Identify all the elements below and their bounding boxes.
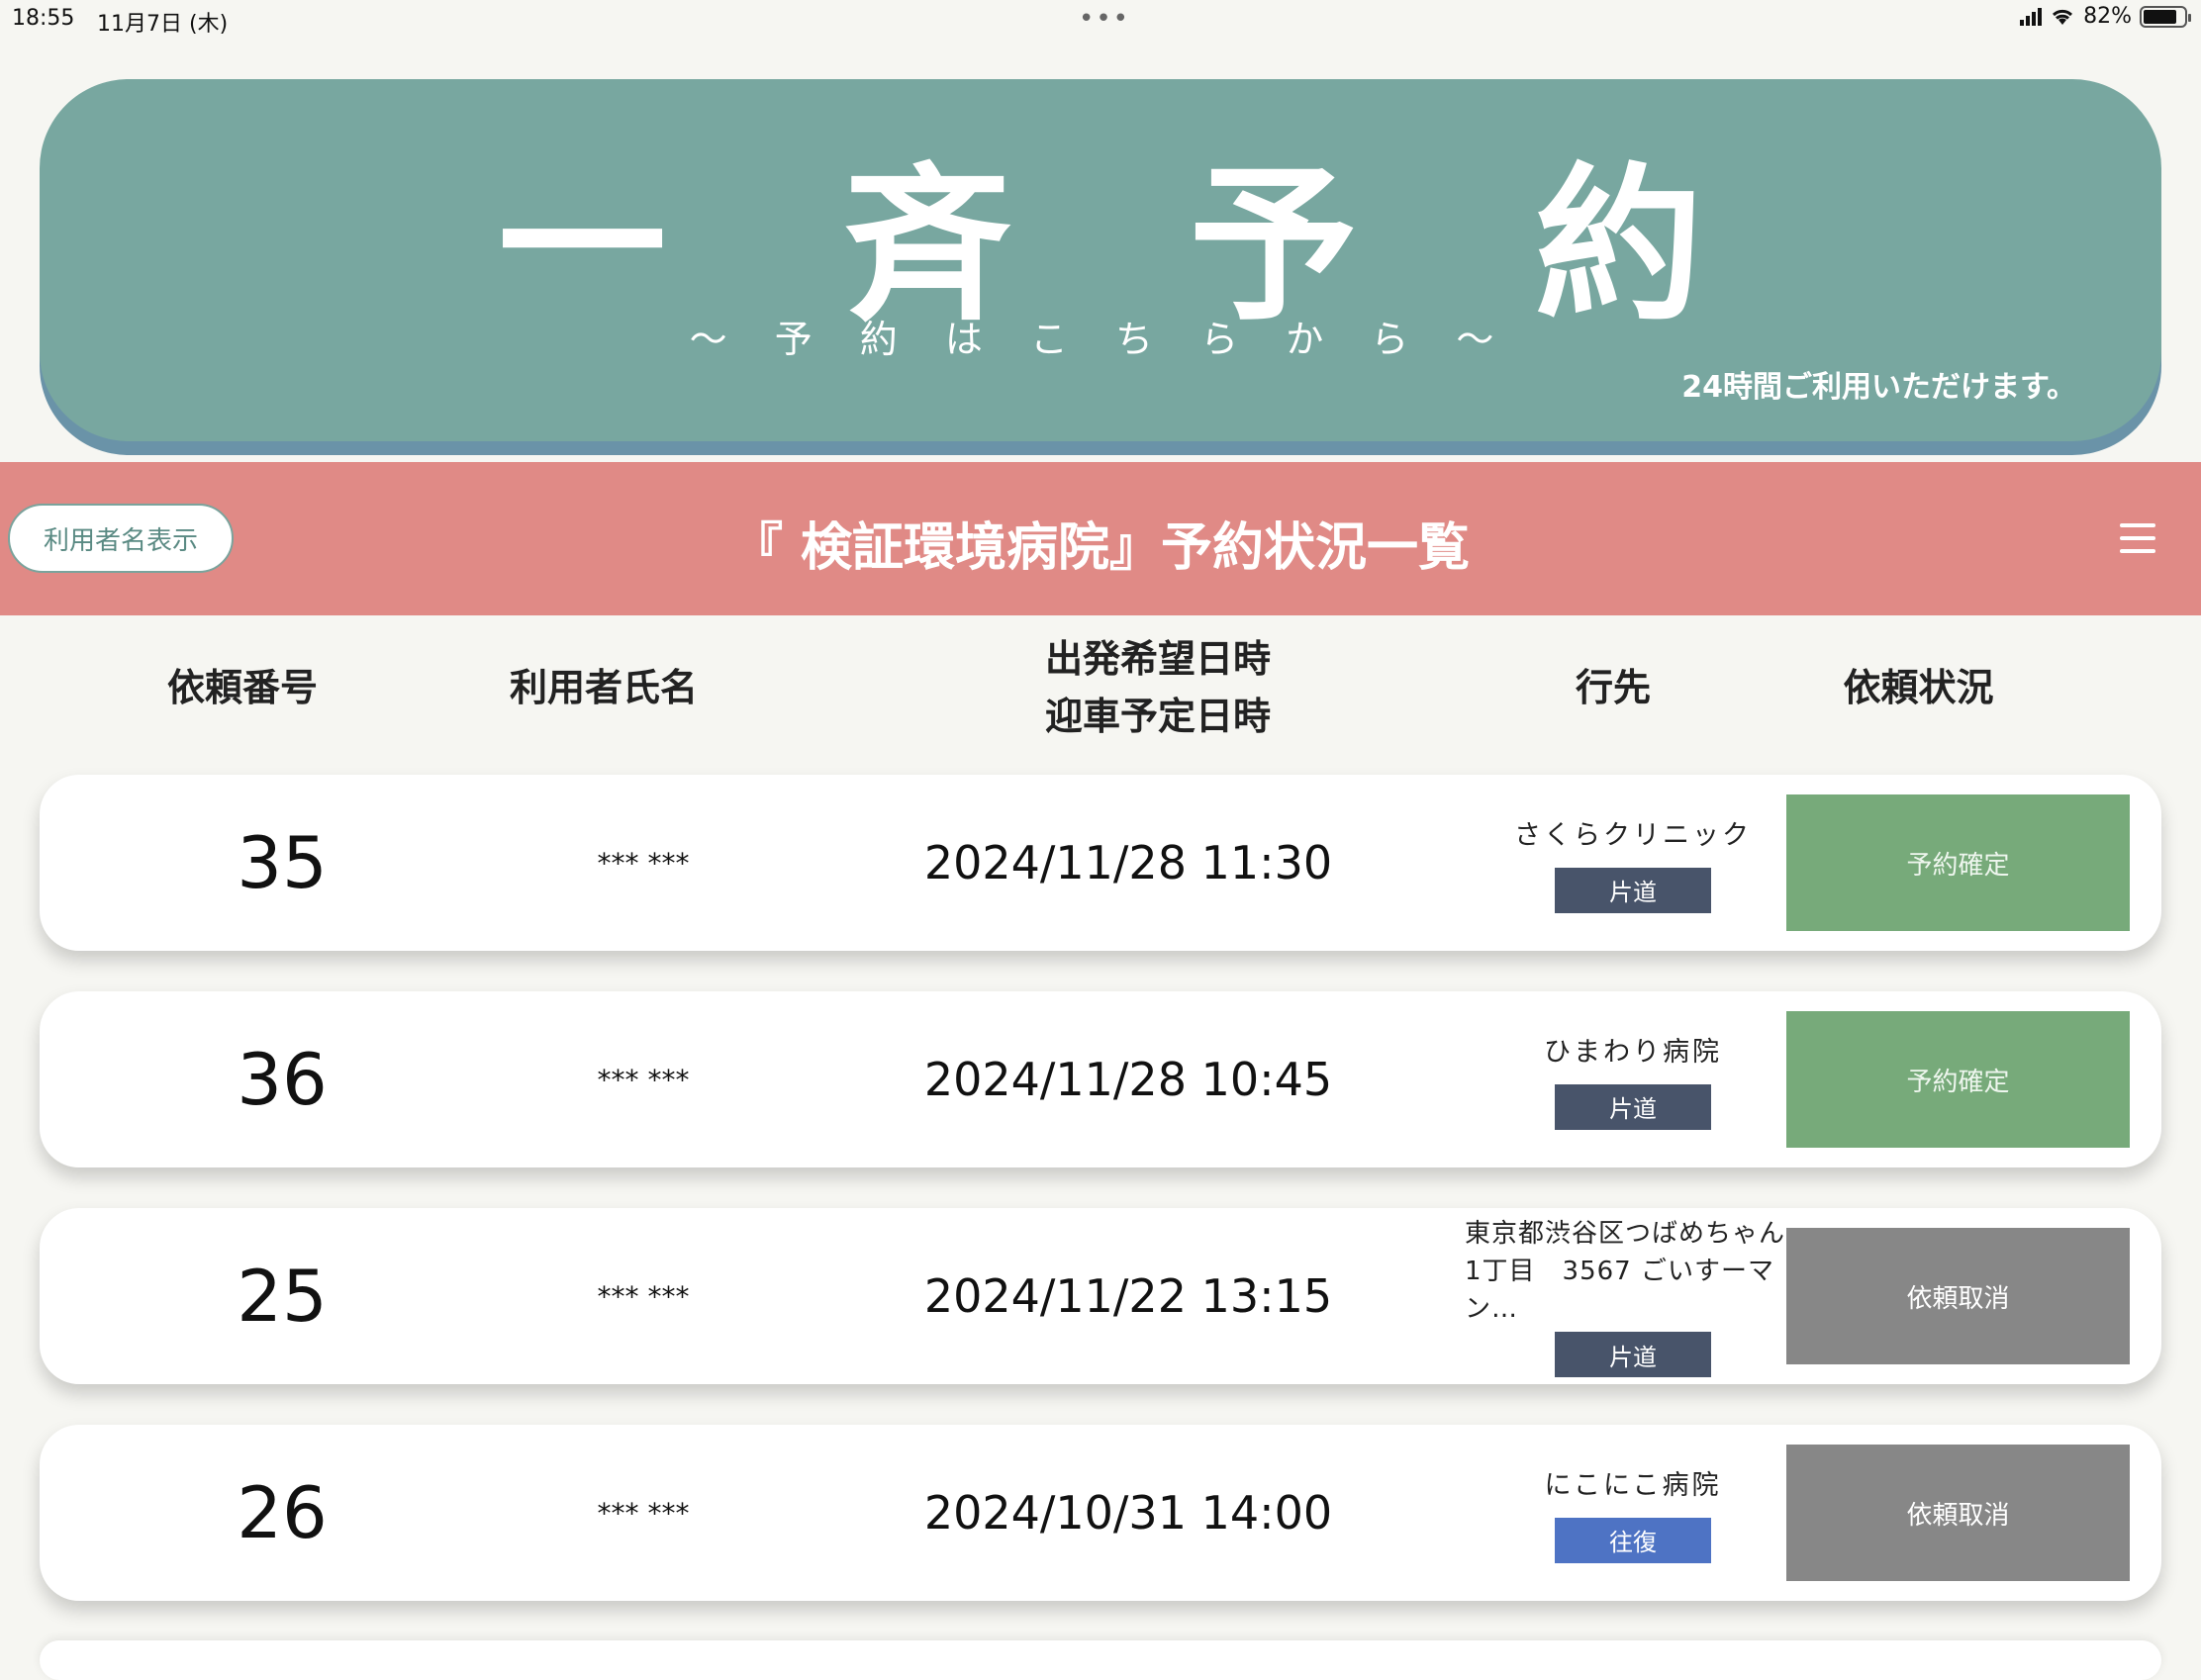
column-header-destination: 行先: [1575, 666, 1651, 709]
hamburger-menu-icon[interactable]: [2120, 523, 2155, 553]
status-badge[interactable]: 予約確定: [1786, 794, 2130, 931]
destination-cell: さくらクリニック 片道: [1440, 775, 1826, 951]
status-right: 82%: [2020, 4, 2191, 29]
request-number: 26: [237, 1471, 328, 1554]
trip-type-badge: 片道: [1555, 1332, 1711, 1377]
table-row[interactable]: 25 *** *** 2024/11/22 13:15 東京都渋谷区つばめちゃん…: [40, 1208, 2161, 1384]
wifi-icon: [2053, 9, 2073, 25]
trip-type-badge: 片道: [1555, 867, 1711, 913]
status-time: 18:55: [12, 6, 75, 31]
destination-label: さくらクリニック: [1514, 819, 1752, 851]
destination-label: 東京都渋谷区つばめちゃん1丁目 3567 ごいすーマン…: [1465, 1219, 1786, 1324]
hero-subtitle: 〜 予 約 は こ ち ら か ら 〜: [689, 318, 1512, 361]
departure-datetime: 2024/11/22 13:15: [923, 1269, 1333, 1323]
status-badge[interactable]: 依頼取消: [1786, 1228, 2130, 1364]
hero-banner: 一 斉 予 約 〜 予 約 は こ ち ら か ら 〜 24時間ご利用いただけま…: [40, 79, 2161, 441]
trip-type-badge: 片道: [1555, 1083, 1711, 1130]
list-header-banner: 利用者名表示 『 検証環境病院』予約状況一覧: [0, 462, 2201, 615]
battery-percent: 82%: [2083, 4, 2132, 29]
departure-datetime: 2024/11/28 10:45: [923, 1053, 1333, 1106]
user-name: *** ***: [597, 1496, 690, 1530]
status-badge[interactable]: 依頼取消: [1786, 1445, 2130, 1581]
request-number: 25: [237, 1255, 328, 1338]
user-name: *** ***: [597, 846, 690, 880]
cellular-signal-icon: [2020, 7, 2043, 26]
request-number: 36: [237, 1038, 328, 1121]
departure-datetime: 2024/10/31 14:00: [923, 1486, 1333, 1540]
column-header-datetime-line1: 出発希望日時: [1044, 637, 1271, 681]
column-header-datetime: 出発希望日時 迎車予定日時: [950, 623, 1366, 752]
battery-icon: [2140, 5, 2191, 28]
status-date: 11月7日 (木): [97, 12, 229, 37]
departure-datetime: 2024/11/28 11:30: [923, 836, 1333, 889]
column-header-status: 依頼状況: [1843, 666, 1994, 709]
trip-type-badge: 往復: [1555, 1517, 1711, 1563]
status-bar: 18:55 11月7日 (木) ••• 82%: [0, 0, 2201, 40]
request-number: 35: [237, 821, 328, 904]
destination-label: にこにこ病院: [1544, 1469, 1722, 1501]
destination-cell: 東京都渋谷区つばめちゃん1丁目 3567 ごいすーマン… 片道: [1440, 1208, 1826, 1384]
page-title: 『 検証環境病院』予約状況一覧: [730, 518, 1471, 578]
column-header-number: 依頼番号: [166, 666, 318, 709]
multitask-dots-icon[interactable]: •••: [1079, 4, 1130, 34]
table-row-partial[interactable]: [40, 1640, 2161, 1680]
destination-cell: ひまわり病院 片道: [1440, 991, 1826, 1167]
destination-cell: にこにこ病院 往復: [1440, 1425, 1826, 1601]
status-badge[interactable]: 予約確定: [1786, 1011, 2130, 1148]
column-header-name: 利用者氏名: [509, 666, 698, 709]
table-row[interactable]: 35 *** *** 2024/11/28 11:30 さくらクリニック 片道 …: [40, 775, 2161, 951]
hero-note: 24時間ご利用いただけます。: [1681, 370, 2076, 405]
table-row[interactable]: 36 *** *** 2024/11/28 10:45 ひまわり病院 片道 予約…: [40, 991, 2161, 1167]
table-row[interactable]: 26 *** *** 2024/10/31 14:00 にこにこ病院 往復 依頼…: [40, 1425, 2161, 1601]
user-name: *** ***: [597, 1279, 690, 1313]
user-name: *** ***: [597, 1063, 690, 1096]
destination-label: ひまわり病院: [1544, 1036, 1722, 1068]
column-header-datetime-line2: 迎車予定日時: [1044, 695, 1271, 738]
